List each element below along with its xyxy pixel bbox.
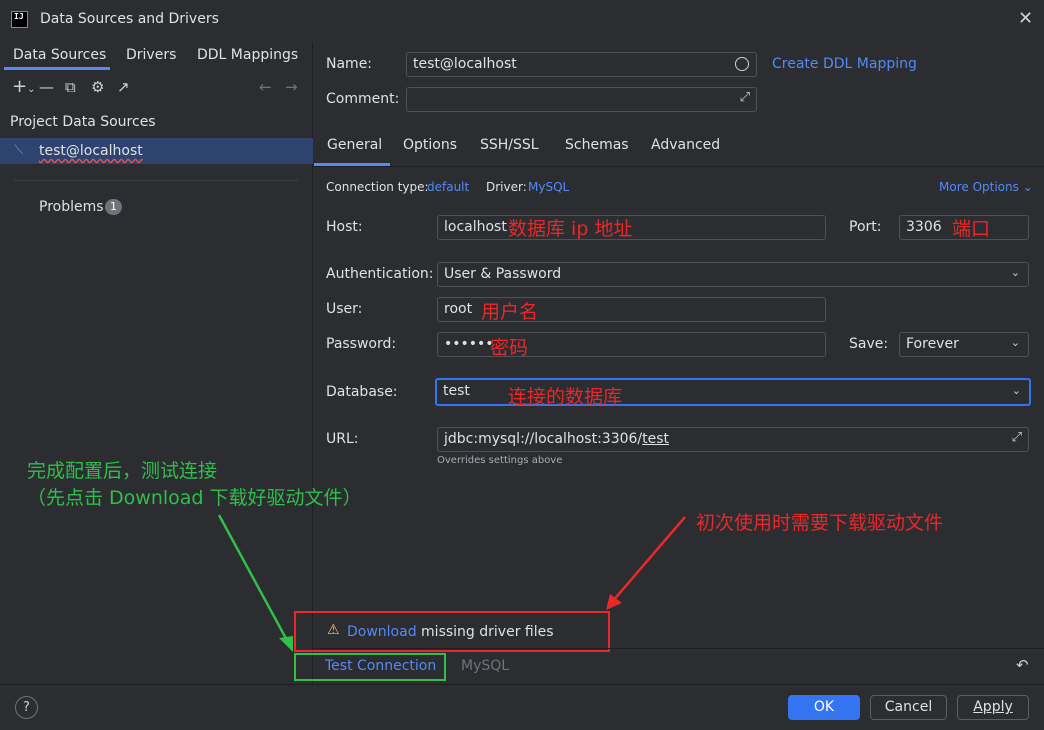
test-connection-link[interactable]: Test Connection: [325, 658, 436, 674]
download-message: Download missing driver files: [347, 624, 554, 640]
cancel-button[interactable]: Cancel: [870, 695, 947, 720]
download-message-text: missing driver files: [416, 624, 554, 640]
download-link[interactable]: Download: [347, 624, 417, 640]
bottom-divider: [0, 684, 1044, 685]
help-button[interactable]: ?: [15, 696, 38, 719]
apply-button[interactable]: Apply: [957, 695, 1029, 720]
driver-name: MySQL: [461, 658, 510, 674]
footer-divider: [314, 648, 1044, 649]
ok-button[interactable]: OK: [788, 695, 860, 720]
green-arrow-line: [217, 514, 291, 645]
red-arrow-line: [611, 516, 686, 603]
revert-icon[interactable]: ↶: [1016, 656, 1029, 674]
red-arrow-head: [606, 594, 622, 610]
warning-icon: ⚠: [327, 622, 340, 638]
green-arrow-head: [279, 636, 293, 652]
